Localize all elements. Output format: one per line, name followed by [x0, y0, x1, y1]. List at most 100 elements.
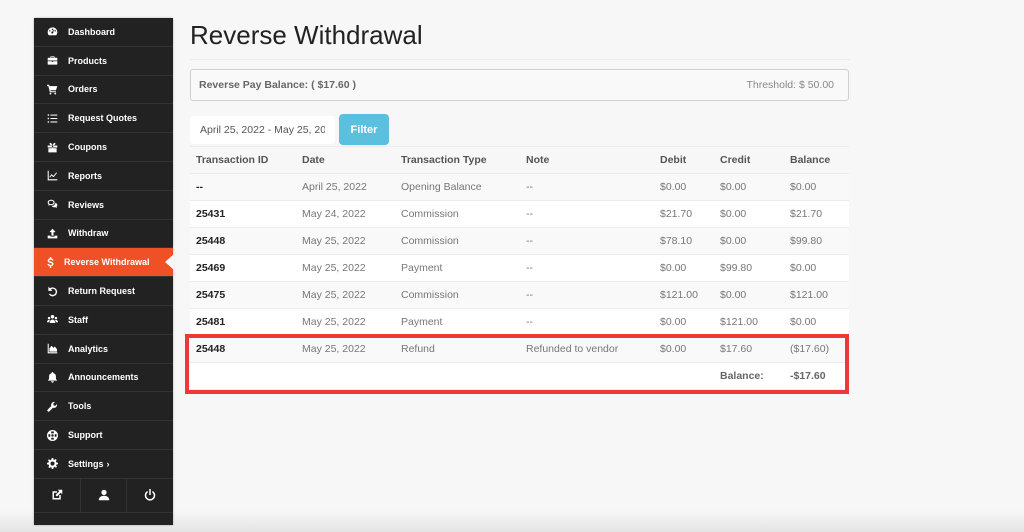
- list-icon: [34, 113, 68, 124]
- sidebar-item-label: Orders: [68, 84, 98, 95]
- table-row: 25481 May 25, 2022 Payment -- $0.00 $121.00 $0…: [190, 308, 849, 336]
- transaction-id-cell: 25475: [190, 281, 296, 309]
- chevron-right-icon: ›: [106, 458, 110, 469]
- transaction-type-cell: Commission: [395, 200, 520, 228]
- table-row: 25448 May 25, 2022 Refund Refunded to vendo…: [190, 335, 849, 363]
- sidebar-item-label: Tools: [68, 401, 92, 412]
- empty-cell: [654, 362, 714, 390]
- area-chart-icon: [34, 343, 68, 354]
- balance-total-value: -$17.60: [784, 362, 849, 390]
- title-divider: [190, 59, 850, 60]
- empty-cell: [395, 362, 520, 390]
- external-link-icon: [52, 490, 63, 500]
- sidebar-item-request-quotes[interactable]: Request Quotes: [34, 104, 173, 134]
- visit-store-button[interactable]: [34, 478, 81, 512]
- sidebar-item-label: Analytics: [68, 343, 109, 354]
- note-cell: --: [520, 308, 654, 336]
- column-header-transaction-id: Transaction ID: [190, 146, 296, 174]
- sidebar-item-label: Support: [68, 430, 103, 441]
- transaction-type-cell: Payment: [395, 308, 520, 336]
- sidebar-item-announcements[interactable]: Announcements: [34, 364, 173, 393]
- filter-button[interactable]: Filter: [339, 114, 389, 145]
- edit-account-button[interactable]: [81, 478, 128, 512]
- table-body: -- April 25, 2022 Opening Balance -- $0.00 $0…: [190, 173, 849, 390]
- sidebar-item-reverse-withdrawal[interactable]: Reverse Withdrawal: [34, 248, 173, 278]
- sidebar-item-orders[interactable]: Orders: [34, 76, 173, 105]
- column-header-date: Date: [296, 146, 395, 174]
- transaction-id-cell: 25448: [190, 335, 296, 363]
- chart-line-icon: [34, 170, 68, 181]
- debit-cell: $121.00: [654, 281, 714, 309]
- transaction-id-cell: 25469: [190, 254, 296, 282]
- date-range-input[interactable]: [190, 115, 335, 144]
- credit-cell: $0.00: [714, 200, 784, 228]
- balance-cell: $0.00: [784, 308, 849, 336]
- threshold-value: Threshold: $ 50.00: [746, 79, 834, 91]
- table-row: 25431 May 24, 2022 Commission -- $21.70 $0.00…: [190, 200, 849, 228]
- reverse-pay-balance-box: Reverse Pay Balance: ( $17.60 ) Threshol…: [190, 69, 849, 101]
- sidebar-item-products[interactable]: Products: [34, 47, 173, 76]
- gift-icon: [34, 142, 68, 153]
- sidebar-item-label: Products: [68, 55, 108, 66]
- life-ring-icon: [34, 429, 68, 441]
- sidebar-item-label: Reports: [68, 170, 103, 181]
- sidebar-item-withdraw[interactable]: Withdraw: [34, 220, 173, 249]
- balance-cell: ($17.60): [784, 335, 849, 363]
- balance-total-label: Balance:: [714, 362, 784, 390]
- credit-cell: $0.00: [714, 281, 784, 309]
- note-cell: --: [520, 254, 654, 282]
- balance-cell: $0.00: [784, 173, 849, 201]
- reverse-pay-balance: Reverse Pay Balance: ( $17.60 ): [199, 79, 357, 91]
- sidebar-item-coupons[interactable]: Coupons: [34, 133, 173, 162]
- sidebar-item-label: Return Request: [68, 286, 136, 297]
- cart-icon: [34, 84, 68, 95]
- credit-cell: $17.60: [714, 335, 784, 363]
- sidebar-item-label: Withdraw: [68, 228, 109, 239]
- sidebar-item-reports[interactable]: Reports: [34, 162, 173, 191]
- balance-cell: $99.80: [784, 227, 849, 255]
- user-icon: [98, 490, 109, 501]
- balance-cell: $121.00: [784, 281, 849, 309]
- table-row: -- April 25, 2022 Opening Balance -- $0.00 $0…: [190, 173, 849, 201]
- users-icon: [34, 314, 68, 325]
- comments-icon: [34, 199, 68, 210]
- date-cell: May 25, 2022: [296, 254, 395, 282]
- balance-cell: $21.70: [784, 200, 849, 228]
- date-cell: May 25, 2022: [296, 335, 395, 363]
- transaction-id-cell: 25481: [190, 308, 296, 336]
- sidebar-item-label: Staff: [68, 314, 88, 325]
- upload-icon: [34, 228, 68, 239]
- wrench-icon: [34, 401, 68, 412]
- sidebar-item-analytics[interactable]: Analytics: [34, 335, 173, 364]
- main-content: Reverse Withdrawal Reverse Pay Balance: …: [190, 18, 850, 390]
- date-cell: May 25, 2022: [296, 308, 395, 336]
- empty-cell: [296, 362, 395, 390]
- date-cell: May 24, 2022: [296, 200, 395, 228]
- sidebar-item-support[interactable]: Support: [34, 421, 173, 450]
- sidebar-item-reviews[interactable]: Reviews: [34, 191, 173, 220]
- sidebar-item-staff[interactable]: Staff: [34, 306, 173, 335]
- column-header-credit: Credit: [714, 146, 784, 174]
- column-header-transaction-type: Transaction Type: [395, 146, 520, 174]
- filter-row: Filter: [190, 114, 850, 145]
- debit-cell: $0.00: [654, 254, 714, 282]
- sidebar-item-tools[interactable]: Tools: [34, 392, 173, 422]
- sidebar-item-return-request[interactable]: Return Request: [34, 277, 173, 306]
- column-header-debit: Debit: [654, 146, 714, 174]
- sidebar-item-settings[interactable]: Settings ›: [34, 450, 173, 479]
- date-cell: May 25, 2022: [296, 281, 395, 309]
- note-cell: --: [520, 227, 654, 255]
- table-row: 25469 May 25, 2022 Payment -- $0.00 $99.80 $0.…: [190, 254, 849, 282]
- date-cell: April 25, 2022: [296, 173, 395, 201]
- page-title: Reverse Withdrawal: [190, 20, 423, 50]
- sidebar-item-label: Reviews: [68, 199, 105, 210]
- sidebar-item-dashboard[interactable]: Dashboard: [34, 18, 173, 47]
- sidebar-item-label: Coupons: [68, 142, 107, 153]
- sidebar-item-label: Settings: [68, 458, 104, 469]
- sidebar-item-label: Dashboard: [68, 26, 116, 37]
- credit-cell: $99.80: [714, 254, 784, 282]
- empty-cell: [520, 362, 654, 390]
- logout-button[interactable]: [127, 479, 173, 512]
- debit-cell: $0.00: [654, 308, 714, 336]
- column-header-balance: Balance: [784, 146, 849, 174]
